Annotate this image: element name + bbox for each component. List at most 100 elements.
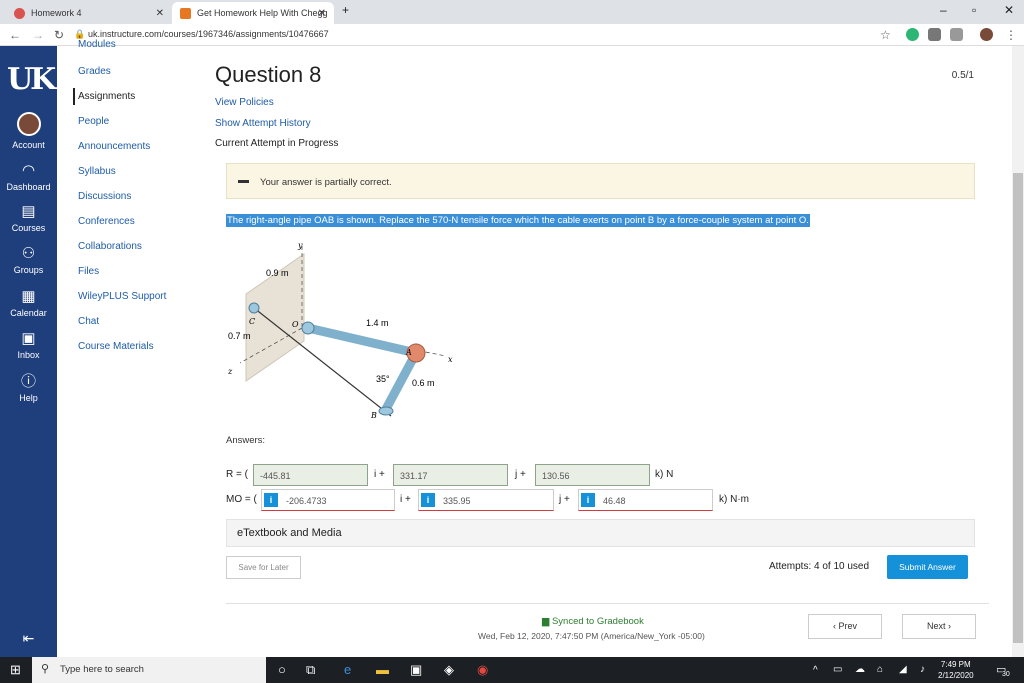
save-for-later-button[interactable]: Save for Later xyxy=(226,556,301,579)
new-tab-button[interactable]: + xyxy=(342,3,349,17)
back-icon[interactable]: ← xyxy=(9,28,21,42)
browser-tab-chegg[interactable]: Get Homework Help With Chegg ✕ xyxy=(172,2,334,24)
file-explorer-icon[interactable]: ▬ xyxy=(376,662,389,677)
maximize-icon[interactable]: ▫ xyxy=(972,3,976,17)
course-nav-collaborations[interactable]: Collaborations xyxy=(78,241,142,252)
nav-help[interactable]: ⓘ Help xyxy=(0,374,57,404)
scrollbar-thumb[interactable] xyxy=(1013,173,1023,643)
nav-inbox[interactable]: ▣ Inbox xyxy=(0,331,57,361)
course-nav-files[interactable]: Files xyxy=(78,266,99,277)
nav-account[interactable]: Account xyxy=(0,112,57,150)
course-nav-assignments[interactable]: Assignments xyxy=(73,88,135,105)
fig-label-y: y xyxy=(297,241,303,250)
synced-label: Synced to Gradebook xyxy=(551,616,644,627)
r-k-input[interactable]: 130.56 xyxy=(535,464,650,486)
fig-label-z: z xyxy=(227,367,233,376)
j-separator: j + xyxy=(559,494,570,505)
divider xyxy=(226,603,989,604)
j-separator: j + xyxy=(515,469,526,480)
url-field[interactable]: uk.instructure.com/courses/1967346/assig… xyxy=(88,29,329,39)
menu-icon[interactable]: ⋮ xyxy=(1005,28,1017,42)
fig-label-c: C xyxy=(249,317,255,326)
mo-k-input[interactable]: 46.48 xyxy=(578,489,713,511)
minimize-icon[interactable]: – xyxy=(940,3,947,17)
mo-unit: k) N·m xyxy=(719,494,749,505)
task-view-icon[interactable]: ⧉ xyxy=(306,662,315,678)
extension-icon[interactable] xyxy=(906,28,919,41)
store-icon[interactable]: ▣ xyxy=(410,662,422,678)
course-nav-discussions[interactable]: Discussions xyxy=(78,191,131,202)
tray-icon[interactable]: ▭ xyxy=(833,664,842,675)
nav-dashboard[interactable]: ◠ Dashboard xyxy=(0,163,57,193)
nav-courses[interactable]: ▤ Courses xyxy=(0,203,57,234)
course-nav-syllabus[interactable]: Syllabus xyxy=(78,166,116,177)
i-separator: i + xyxy=(374,469,385,480)
pipe-diagram-svg: y x z C O A B 0.9 m 1.4 m 0.7 m 0.6 m 35… xyxy=(227,241,453,420)
fig-dim-14: 1.4 m xyxy=(366,318,389,328)
volume-icon[interactable]: ♪ xyxy=(920,664,925,675)
close-icon[interactable]: ✕ xyxy=(318,8,326,19)
info-icon[interactable]: i xyxy=(264,493,278,507)
network-icon[interactable]: ⌂ xyxy=(877,664,883,675)
course-nav-people[interactable]: People xyxy=(78,116,109,127)
mo-j-value: 335.95 xyxy=(443,496,471,506)
chrome-icon[interactable]: ◉ xyxy=(477,662,488,678)
submit-answer-button[interactable]: Submit Answer xyxy=(887,555,968,579)
forward-icon[interactable]: → xyxy=(32,28,44,42)
extension-icon[interactable] xyxy=(928,28,941,41)
nav-groups[interactable]: ⚇ Groups xyxy=(0,245,57,276)
profile-icon[interactable] xyxy=(980,28,993,41)
nav-label: Inbox xyxy=(17,350,40,360)
reload-icon[interactable]: ↻ xyxy=(54,28,64,42)
show-attempt-history-link[interactable]: Show Attempt History xyxy=(215,118,311,129)
synced-timestamp: Wed, Feb 12, 2020, 7:47:50 PM (America/N… xyxy=(478,631,705,641)
minus-icon xyxy=(238,180,249,183)
app-icon[interactable]: ◈ xyxy=(444,662,454,678)
r-i-input[interactable]: -445.81 xyxy=(253,464,368,486)
close-icon[interactable]: ✕ xyxy=(156,8,164,19)
course-nav-grades[interactable]: Grades xyxy=(78,66,111,77)
extension-icon[interactable] xyxy=(950,28,963,41)
browser-tab-bar: Homework 4 ✕ Get Homework Help With Cheg… xyxy=(0,0,1024,24)
collapse-nav-icon[interactable]: ⇤ xyxy=(0,630,57,647)
course-nav-conferences[interactable]: Conferences xyxy=(78,216,135,227)
groups-icon: ⚇ xyxy=(21,245,36,262)
wifi-icon[interactable]: ◢ xyxy=(899,664,907,675)
uk-logo[interactable]: UK xyxy=(7,62,56,97)
course-nav-modules[interactable]: Modules xyxy=(78,39,116,50)
info-icon[interactable]: i xyxy=(581,493,595,507)
score-label: 0.5/1 xyxy=(951,70,974,81)
course-nav-chat[interactable]: Chat xyxy=(78,316,99,327)
cortana-icon[interactable]: ○ xyxy=(278,662,286,677)
answers-label: Answers: xyxy=(226,435,266,446)
course-nav-announcements[interactable]: Announcements xyxy=(78,141,150,152)
mo-i-input[interactable]: -206.4733 xyxy=(261,489,395,511)
r-j-input[interactable]: 331.17 xyxy=(393,464,508,486)
taskbar-clock[interactable]: 7:49 PM 2/12/2020 xyxy=(938,659,974,681)
cloud-icon[interactable]: ☁ xyxy=(855,664,865,675)
nav-calendar[interactable]: ▦ Calendar xyxy=(0,289,57,319)
tray-chevron-icon[interactable]: ^ xyxy=(813,665,818,676)
course-nav-wileyplus[interactable]: WileyPLUS Support xyxy=(78,291,166,302)
info-icon[interactable]: i xyxy=(421,493,435,507)
nav-label: Help xyxy=(19,393,38,403)
browser-tab-homework[interactable]: Homework 4 ✕ xyxy=(6,2,172,24)
fig-label-a: A xyxy=(405,348,412,357)
taskbar-search-input[interactable]: ⚲ Type here to search xyxy=(32,657,266,683)
taskbar: ⊞ ⚲ Type here to search ○ ⧉ e ▬ ▣ ◈ ◉ ^ … xyxy=(0,657,1024,683)
star-icon[interactable]: ☆ xyxy=(880,28,891,42)
close-window-icon[interactable]: ✕ xyxy=(1004,3,1014,17)
view-policies-link[interactable]: View Policies xyxy=(215,97,274,108)
etextbook-media-panel[interactable]: eTextbook and Media xyxy=(226,519,975,547)
edge-icon[interactable]: e xyxy=(344,662,351,677)
next-button[interactable]: Next › xyxy=(902,614,976,639)
fig-dim-07: 0.7 m xyxy=(228,331,251,341)
tab-title: Homework 4 xyxy=(31,8,82,18)
book-icon: ▤ xyxy=(21,203,36,220)
main-content: Question 8 0.5/1 View Policies Show Atte… xyxy=(197,46,1012,657)
mo-j-input[interactable]: 335.95 xyxy=(418,489,554,511)
prev-button[interactable]: ‹ Prev xyxy=(808,614,882,639)
attempt-status: Current Attempt in Progress xyxy=(215,138,339,149)
course-nav-course-materials[interactable]: Course Materials xyxy=(78,341,154,352)
windows-start-icon[interactable]: ⊞ xyxy=(10,662,21,678)
